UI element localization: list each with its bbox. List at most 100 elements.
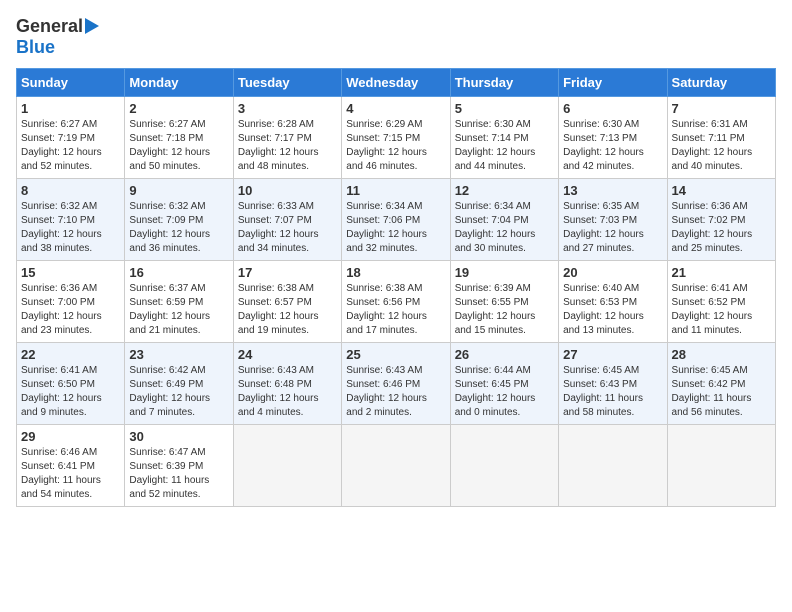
day-info: Sunrise: 6:43 AM Sunset: 6:46 PM Dayligh… — [346, 364, 445, 420]
calendar-cell — [450, 425, 558, 507]
day-info: Sunrise: 6:41 AM Sunset: 6:52 PM Dayligh… — [672, 282, 771, 338]
day-number: 29 — [21, 429, 120, 444]
day-info: Sunrise: 6:32 AM Sunset: 7:10 PM Dayligh… — [21, 200, 120, 256]
calendar-cell: 23 Sunrise: 6:42 AM Sunset: 6:49 PM Dayli… — [125, 343, 233, 425]
calendar-cell: 12 Sunrise: 6:34 AM Sunset: 7:04 PM Dayli… — [450, 179, 558, 261]
calendar-week-row: 15 Sunrise: 6:36 AM Sunset: 7:00 PM Dayli… — [17, 261, 776, 343]
calendar-cell: 2 Sunrise: 6:27 AM Sunset: 7:18 PM Daylig… — [125, 97, 233, 179]
calendar-cell: 30 Sunrise: 6:47 AM Sunset: 6:39 PM Dayli… — [125, 425, 233, 507]
day-info: Sunrise: 6:36 AM Sunset: 7:02 PM Dayligh… — [672, 200, 771, 256]
calendar-week-row: 22 Sunrise: 6:41 AM Sunset: 6:50 PM Dayli… — [17, 343, 776, 425]
calendar-cell: 29 Sunrise: 6:46 AM Sunset: 6:41 PM Dayli… — [17, 425, 125, 507]
day-number: 1 — [21, 101, 120, 116]
day-number: 30 — [129, 429, 228, 444]
day-info: Sunrise: 6:31 AM Sunset: 7:11 PM Dayligh… — [672, 118, 771, 174]
day-info: Sunrise: 6:45 AM Sunset: 6:43 PM Dayligh… — [563, 364, 662, 420]
day-number: 22 — [21, 347, 120, 362]
day-number: 2 — [129, 101, 228, 116]
day-number: 14 — [672, 183, 771, 198]
day-info: Sunrise: 6:33 AM Sunset: 7:07 PM Dayligh… — [238, 200, 337, 256]
day-number: 13 — [563, 183, 662, 198]
day-info: Sunrise: 6:47 AM Sunset: 6:39 PM Dayligh… — [129, 446, 228, 502]
day-number: 16 — [129, 265, 228, 280]
calendar-cell: 10 Sunrise: 6:33 AM Sunset: 7:07 PM Dayli… — [233, 179, 341, 261]
day-number: 11 — [346, 183, 445, 198]
day-info: Sunrise: 6:27 AM Sunset: 7:18 PM Dayligh… — [129, 118, 228, 174]
calendar-cell: 14 Sunrise: 6:36 AM Sunset: 7:02 PM Dayli… — [667, 179, 775, 261]
calendar-day-header-tuesday: Tuesday — [233, 69, 341, 97]
day-number: 12 — [455, 183, 554, 198]
day-number: 19 — [455, 265, 554, 280]
day-number: 21 — [672, 265, 771, 280]
day-number: 23 — [129, 347, 228, 362]
calendar-cell: 27 Sunrise: 6:45 AM Sunset: 6:43 PM Dayli… — [559, 343, 667, 425]
day-info: Sunrise: 6:42 AM Sunset: 6:49 PM Dayligh… — [129, 364, 228, 420]
calendar-cell: 28Sunrise: 6:45 AM Sunset: 6:42 PM Dayli… — [667, 343, 775, 425]
calendar-header-row: SundayMondayTuesdayWednesdayThursdayFrid… — [17, 69, 776, 97]
calendar-cell: 4 Sunrise: 6:29 AM Sunset: 7:15 PM Daylig… — [342, 97, 450, 179]
day-info: Sunrise: 6:37 AM Sunset: 6:59 PM Dayligh… — [129, 282, 228, 338]
day-number: 6 — [563, 101, 662, 116]
day-number: 5 — [455, 101, 554, 116]
calendar-cell: 21 Sunrise: 6:41 AM Sunset: 6:52 PM Dayli… — [667, 261, 775, 343]
day-number: 26 — [455, 347, 554, 362]
calendar-day-header-wednesday: Wednesday — [342, 69, 450, 97]
day-info: Sunrise: 6:28 AM Sunset: 7:17 PM Dayligh… — [238, 118, 337, 174]
logo-arrow-icon — [85, 18, 99, 34]
day-number: 8 — [21, 183, 120, 198]
day-info: Sunrise: 6:32 AM Sunset: 7:09 PM Dayligh… — [129, 200, 228, 256]
calendar-cell: 8 Sunrise: 6:32 AM Sunset: 7:10 PM Daylig… — [17, 179, 125, 261]
calendar-cell — [342, 425, 450, 507]
day-info: Sunrise: 6:29 AM Sunset: 7:15 PM Dayligh… — [346, 118, 445, 174]
logo-text-blue: Blue — [16, 37, 55, 58]
day-number: 4 — [346, 101, 445, 116]
calendar-day-header-friday: Friday — [559, 69, 667, 97]
calendar-cell: 11Sunrise: 6:34 AM Sunset: 7:06 PM Dayli… — [342, 179, 450, 261]
day-info: Sunrise: 6:36 AM Sunset: 7:00 PM Dayligh… — [21, 282, 120, 338]
day-number: 3 — [238, 101, 337, 116]
calendar-day-header-sunday: Sunday — [17, 69, 125, 97]
calendar-cell: 5 Sunrise: 6:30 AM Sunset: 7:14 PM Daylig… — [450, 97, 558, 179]
day-number: 25 — [346, 347, 445, 362]
day-info: Sunrise: 6:35 AM Sunset: 7:03 PM Dayligh… — [563, 200, 662, 256]
day-info: Sunrise: 6:38 AM Sunset: 6:56 PM Dayligh… — [346, 282, 445, 338]
calendar-cell — [559, 425, 667, 507]
calendar-week-row: 29 Sunrise: 6:46 AM Sunset: 6:41 PM Dayli… — [17, 425, 776, 507]
calendar-cell — [233, 425, 341, 507]
day-info: Sunrise: 6:40 AM Sunset: 6:53 PM Dayligh… — [563, 282, 662, 338]
calendar-cell: 26Sunrise: 6:44 AM Sunset: 6:45 PM Dayli… — [450, 343, 558, 425]
day-info: Sunrise: 6:39 AM Sunset: 6:55 PM Dayligh… — [455, 282, 554, 338]
calendar-cell: 7 Sunrise: 6:31 AM Sunset: 7:11 PM Daylig… — [667, 97, 775, 179]
day-info: Sunrise: 6:41 AM Sunset: 6:50 PM Dayligh… — [21, 364, 120, 420]
day-info: Sunrise: 6:30 AM Sunset: 7:14 PM Dayligh… — [455, 118, 554, 174]
day-number: 7 — [672, 101, 771, 116]
day-info: Sunrise: 6:46 AM Sunset: 6:41 PM Dayligh… — [21, 446, 120, 502]
day-info: Sunrise: 6:34 AM Sunset: 7:04 PM Dayligh… — [455, 200, 554, 256]
calendar-cell: 3 Sunrise: 6:28 AM Sunset: 7:17 PM Daylig… — [233, 97, 341, 179]
calendar-cell: 19 Sunrise: 6:39 AM Sunset: 6:55 PM Dayli… — [450, 261, 558, 343]
calendar-cell: 25 Sunrise: 6:43 AM Sunset: 6:46 PM Dayli… — [342, 343, 450, 425]
day-info: Sunrise: 6:45 AM Sunset: 6:42 PM Dayligh… — [672, 364, 771, 420]
calendar-week-row: 1 Sunrise: 6:27 AM Sunset: 7:19 PM Daylig… — [17, 97, 776, 179]
logo: General Blue — [16, 16, 99, 58]
calendar-day-header-thursday: Thursday — [450, 69, 558, 97]
day-number: 10 — [238, 183, 337, 198]
calendar-cell: 20 Sunrise: 6:40 AM Sunset: 6:53 PM Dayli… — [559, 261, 667, 343]
day-info: Sunrise: 6:38 AM Sunset: 6:57 PM Dayligh… — [238, 282, 337, 338]
calendar-cell: 6 Sunrise: 6:30 AM Sunset: 7:13 PM Daylig… — [559, 97, 667, 179]
page-header: General Blue — [16, 16, 776, 58]
calendar-cell: 13 Sunrise: 6:35 AM Sunset: 7:03 PM Dayli… — [559, 179, 667, 261]
calendar-cell: 18 Sunrise: 6:38 AM Sunset: 6:56 PM Dayli… — [342, 261, 450, 343]
day-number: 17 — [238, 265, 337, 280]
calendar-cell: 16 Sunrise: 6:37 AM Sunset: 6:59 PM Dayli… — [125, 261, 233, 343]
day-number: 24 — [238, 347, 337, 362]
day-info: Sunrise: 6:30 AM Sunset: 7:13 PM Dayligh… — [563, 118, 662, 174]
day-number: 9 — [129, 183, 228, 198]
calendar-cell — [667, 425, 775, 507]
day-number: 20 — [563, 265, 662, 280]
calendar-week-row: 8 Sunrise: 6:32 AM Sunset: 7:10 PM Daylig… — [17, 179, 776, 261]
day-number: 18 — [346, 265, 445, 280]
day-number: 27 — [563, 347, 662, 362]
day-info: Sunrise: 6:27 AM Sunset: 7:19 PM Dayligh… — [21, 118, 120, 174]
day-number: 15 — [21, 265, 120, 280]
